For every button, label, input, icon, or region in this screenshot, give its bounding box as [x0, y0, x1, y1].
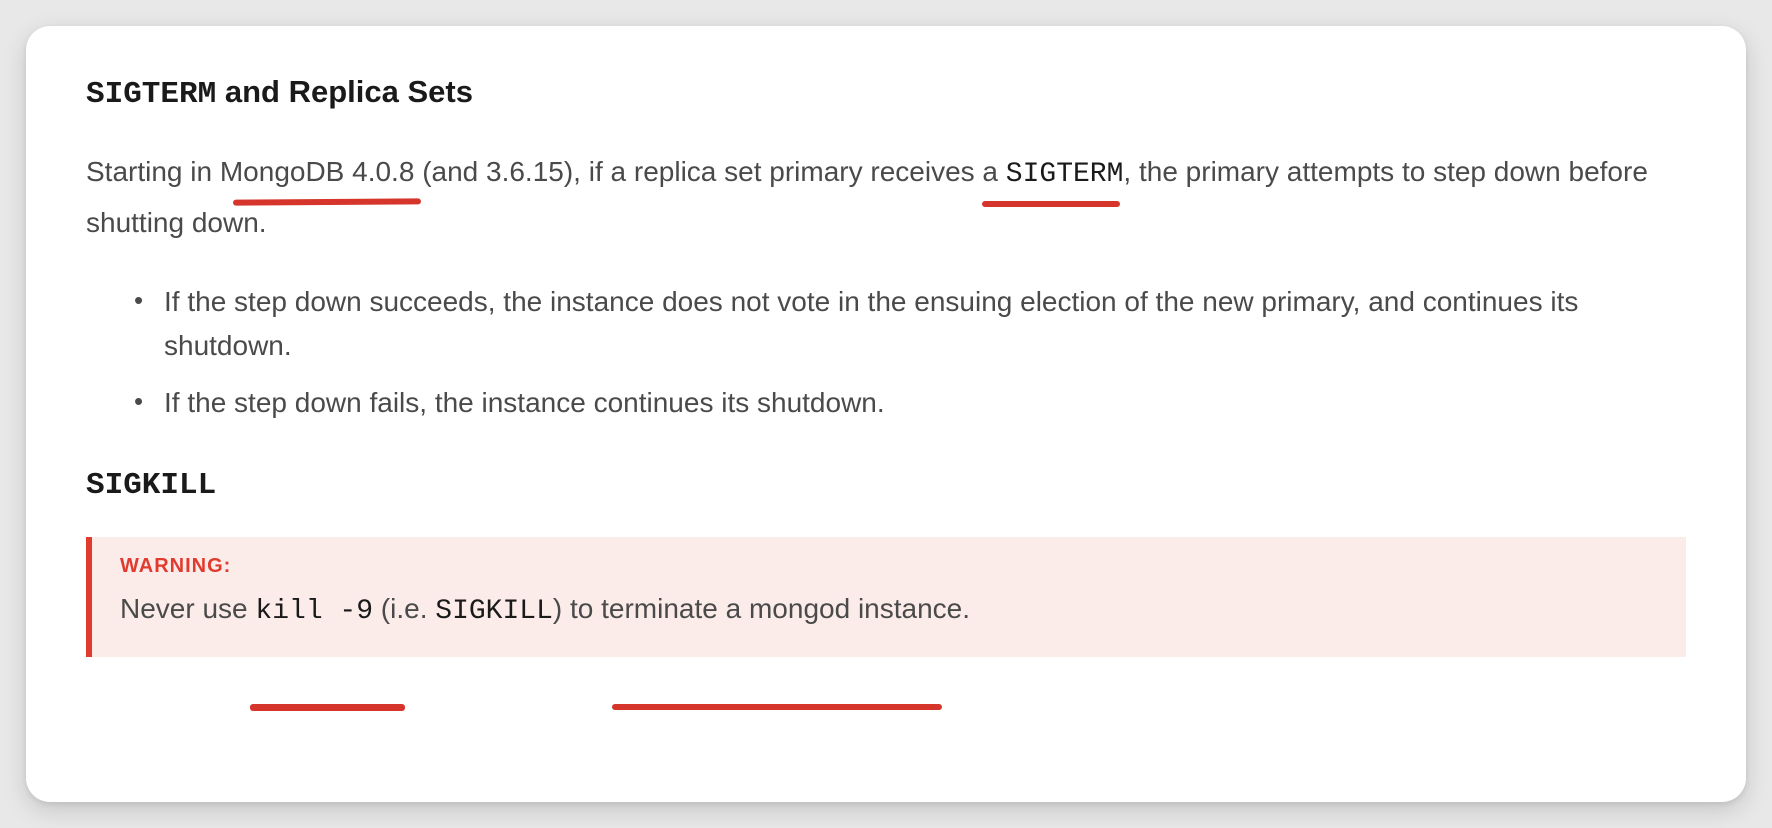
underline-mark-icon — [612, 704, 942, 710]
warning-part2: (i.e. — [373, 593, 435, 624]
list-item: If the step down succeeds, the instance … — [164, 280, 1686, 367]
warning-text: Never use kill -9 (i.e. SIGKILL) to term… — [120, 588, 1658, 633]
heading-code: SIGTERM — [86, 77, 216, 112]
heading-sigterm-replica: SIGTERM and Replica Sets — [86, 74, 1686, 112]
para1-part1: Starting in MongoDB 4.0.8 (and 3.6.15), … — [86, 156, 1006, 187]
heading-sigkill: SIGKILL — [86, 468, 1686, 503]
heading-rest: and Replica Sets — [216, 74, 473, 109]
warning-label: WARNING: — [120, 555, 1658, 578]
list-item: If the step down fails, the instance con… — [164, 381, 1686, 424]
underline-mark-icon — [250, 704, 405, 711]
underline-mark-icon — [982, 201, 1120, 207]
warning-code-kill9: kill -9 — [255, 596, 373, 627]
intro-paragraph: Starting in MongoDB 4.0.8 (and 3.6.15), … — [86, 148, 1686, 246]
bullet-list: If the step down succeeds, the instance … — [86, 280, 1686, 424]
doc-card: SIGTERM and Replica Sets Starting in Mon… — [26, 26, 1746, 802]
warning-callout: WARNING: Never use kill -9 (i.e. SIGKILL… — [86, 537, 1686, 657]
warning-code-sigkill: SIGKILL — [435, 596, 553, 627]
para1-code: SIGTERM — [1006, 159, 1124, 190]
warning-part1: Never use — [120, 593, 255, 624]
warning-part3: ) to terminate a mongod instance. — [553, 593, 970, 624]
